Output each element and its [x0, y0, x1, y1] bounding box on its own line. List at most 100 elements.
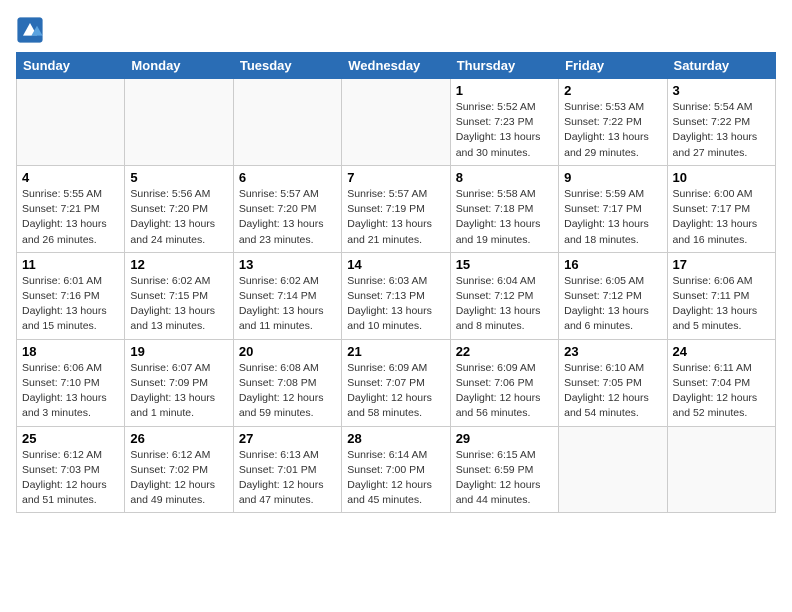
calendar-week-row: 18 Sunrise: 6:06 AM Sunset: 7:10 PM Dayli… [17, 339, 776, 426]
calendar-header-row: SundayMondayTuesdayWednesdayThursdayFrid… [17, 53, 776, 79]
day-number: 20 [239, 344, 336, 359]
day-info: Sunrise: 6:06 AM Sunset: 7:10 PM Dayligh… [22, 361, 119, 422]
day-number: 23 [564, 344, 661, 359]
calendar-cell [667, 426, 775, 513]
day-number: 15 [456, 257, 553, 272]
calendar-cell: 26 Sunrise: 6:12 AM Sunset: 7:02 PM Dayli… [125, 426, 233, 513]
calendar-cell: 15 Sunrise: 6:04 AM Sunset: 7:12 PM Dayli… [450, 252, 558, 339]
day-number: 11 [22, 257, 119, 272]
day-number: 26 [130, 431, 227, 446]
day-number: 6 [239, 170, 336, 185]
page-header [16, 16, 776, 44]
day-number: 14 [347, 257, 444, 272]
calendar-cell: 9Sunrise: 5:59 AM Sunset: 7:17 PM Daylig… [559, 165, 667, 252]
calendar-cell: 6 Sunrise: 5:57 AM Sunset: 7:20 PM Daylig… [233, 165, 341, 252]
day-number: 13 [239, 257, 336, 272]
logo [16, 16, 48, 44]
calendar-cell: 2Sunrise: 5:53 AM Sunset: 7:22 PM Daylig… [559, 79, 667, 166]
day-info: Sunrise: 6:12 AM Sunset: 7:02 PM Dayligh… [130, 448, 227, 509]
day-number: 5 [130, 170, 227, 185]
day-info: Sunrise: 6:12 AM Sunset: 7:03 PM Dayligh… [22, 448, 119, 509]
day-number: 22 [456, 344, 553, 359]
weekday-header-saturday: Saturday [667, 53, 775, 79]
day-number: 19 [130, 344, 227, 359]
calendar-cell: 19Sunrise: 6:07 AM Sunset: 7:09 PM Dayli… [125, 339, 233, 426]
calendar-cell [233, 79, 341, 166]
day-number: 16 [564, 257, 661, 272]
calendar-week-row: 1 Sunrise: 5:52 AM Sunset: 7:23 PM Daylig… [17, 79, 776, 166]
day-number: 3 [673, 83, 770, 98]
calendar-cell: 11 Sunrise: 6:01 AM Sunset: 7:16 PM Dayli… [17, 252, 125, 339]
day-info: Sunrise: 6:10 AM Sunset: 7:05 PM Dayligh… [564, 361, 661, 422]
calendar-cell: 10 Sunrise: 6:00 AM Sunset: 7:17 PM Dayli… [667, 165, 775, 252]
day-number: 7 [347, 170, 444, 185]
day-info: Sunrise: 6:11 AM Sunset: 7:04 PM Dayligh… [673, 361, 770, 422]
day-info: Sunrise: 6:08 AM Sunset: 7:08 PM Dayligh… [239, 361, 336, 422]
day-number: 17 [673, 257, 770, 272]
calendar-cell: 12 Sunrise: 6:02 AM Sunset: 7:15 PM Dayli… [125, 252, 233, 339]
logo-icon [16, 16, 44, 44]
day-number: 18 [22, 344, 119, 359]
day-info: Sunrise: 5:55 AM Sunset: 7:21 PM Dayligh… [22, 187, 119, 248]
weekday-header-tuesday: Tuesday [233, 53, 341, 79]
calendar-cell [17, 79, 125, 166]
day-info: Sunrise: 6:02 AM Sunset: 7:15 PM Dayligh… [130, 274, 227, 335]
calendar-cell: 27 Sunrise: 6:13 AM Sunset: 7:01 PM Dayli… [233, 426, 341, 513]
day-info: Sunrise: 6:02 AM Sunset: 7:14 PM Dayligh… [239, 274, 336, 335]
calendar-cell: 5 Sunrise: 5:56 AM Sunset: 7:20 PM Daylig… [125, 165, 233, 252]
calendar-cell [125, 79, 233, 166]
calendar-table: SundayMondayTuesdayWednesdayThursdayFrid… [16, 52, 776, 513]
calendar-week-row: 25 Sunrise: 6:12 AM Sunset: 7:03 PM Dayli… [17, 426, 776, 513]
day-info: Sunrise: 6:14 AM Sunset: 7:00 PM Dayligh… [347, 448, 444, 509]
weekday-header-friday: Friday [559, 53, 667, 79]
calendar-cell: 21Sunrise: 6:09 AM Sunset: 7:07 PM Dayli… [342, 339, 450, 426]
day-info: Sunrise: 6:04 AM Sunset: 7:12 PM Dayligh… [456, 274, 553, 335]
calendar-cell: 23 Sunrise: 6:10 AM Sunset: 7:05 PM Dayli… [559, 339, 667, 426]
calendar-cell: 18 Sunrise: 6:06 AM Sunset: 7:10 PM Dayli… [17, 339, 125, 426]
day-info: Sunrise: 6:13 AM Sunset: 7:01 PM Dayligh… [239, 448, 336, 509]
calendar-cell: 4Sunrise: 5:55 AM Sunset: 7:21 PM Daylig… [17, 165, 125, 252]
day-info: Sunrise: 5:56 AM Sunset: 7:20 PM Dayligh… [130, 187, 227, 248]
day-number: 27 [239, 431, 336, 446]
day-info: Sunrise: 5:57 AM Sunset: 7:20 PM Dayligh… [239, 187, 336, 248]
weekday-header-monday: Monday [125, 53, 233, 79]
day-number: 8 [456, 170, 553, 185]
day-info: Sunrise: 6:03 AM Sunset: 7:13 PM Dayligh… [347, 274, 444, 335]
calendar-cell [559, 426, 667, 513]
calendar-cell: 8 Sunrise: 5:58 AM Sunset: 7:18 PM Daylig… [450, 165, 558, 252]
day-number: 24 [673, 344, 770, 359]
day-info: Sunrise: 5:52 AM Sunset: 7:23 PM Dayligh… [456, 100, 553, 161]
day-info: Sunrise: 5:54 AM Sunset: 7:22 PM Dayligh… [673, 100, 770, 161]
calendar-cell: 24 Sunrise: 6:11 AM Sunset: 7:04 PM Dayli… [667, 339, 775, 426]
day-number: 10 [673, 170, 770, 185]
calendar-cell: 7 Sunrise: 5:57 AM Sunset: 7:19 PM Daylig… [342, 165, 450, 252]
day-info: Sunrise: 5:59 AM Sunset: 7:17 PM Dayligh… [564, 187, 661, 248]
day-info: Sunrise: 6:09 AM Sunset: 7:07 PM Dayligh… [347, 361, 444, 422]
calendar-cell: 28 Sunrise: 6:14 AM Sunset: 7:00 PM Dayli… [342, 426, 450, 513]
weekday-header-sunday: Sunday [17, 53, 125, 79]
calendar-week-row: 4Sunrise: 5:55 AM Sunset: 7:21 PM Daylig… [17, 165, 776, 252]
day-info: Sunrise: 6:15 AM Sunset: 6:59 PM Dayligh… [456, 448, 553, 509]
day-info: Sunrise: 5:57 AM Sunset: 7:19 PM Dayligh… [347, 187, 444, 248]
weekday-header-wednesday: Wednesday [342, 53, 450, 79]
weekday-header-thursday: Thursday [450, 53, 558, 79]
day-number: 1 [456, 83, 553, 98]
calendar-cell [342, 79, 450, 166]
day-info: Sunrise: 5:58 AM Sunset: 7:18 PM Dayligh… [456, 187, 553, 248]
calendar-cell: 16 Sunrise: 6:05 AM Sunset: 7:12 PM Dayli… [559, 252, 667, 339]
day-number: 28 [347, 431, 444, 446]
day-info: Sunrise: 6:05 AM Sunset: 7:12 PM Dayligh… [564, 274, 661, 335]
calendar-cell: 1 Sunrise: 5:52 AM Sunset: 7:23 PM Daylig… [450, 79, 558, 166]
day-info: Sunrise: 6:09 AM Sunset: 7:06 PM Dayligh… [456, 361, 553, 422]
day-info: Sunrise: 6:01 AM Sunset: 7:16 PM Dayligh… [22, 274, 119, 335]
calendar-cell: 13 Sunrise: 6:02 AM Sunset: 7:14 PM Dayli… [233, 252, 341, 339]
calendar-cell: 17 Sunrise: 6:06 AM Sunset: 7:11 PM Dayli… [667, 252, 775, 339]
calendar-cell: 25 Sunrise: 6:12 AM Sunset: 7:03 PM Dayli… [17, 426, 125, 513]
calendar-week-row: 11 Sunrise: 6:01 AM Sunset: 7:16 PM Dayli… [17, 252, 776, 339]
day-number: 25 [22, 431, 119, 446]
calendar-cell: 22 Sunrise: 6:09 AM Sunset: 7:06 PM Dayli… [450, 339, 558, 426]
day-number: 12 [130, 257, 227, 272]
day-info: Sunrise: 6:00 AM Sunset: 7:17 PM Dayligh… [673, 187, 770, 248]
calendar-cell: 20 Sunrise: 6:08 AM Sunset: 7:08 PM Dayli… [233, 339, 341, 426]
day-info: Sunrise: 6:06 AM Sunset: 7:11 PM Dayligh… [673, 274, 770, 335]
